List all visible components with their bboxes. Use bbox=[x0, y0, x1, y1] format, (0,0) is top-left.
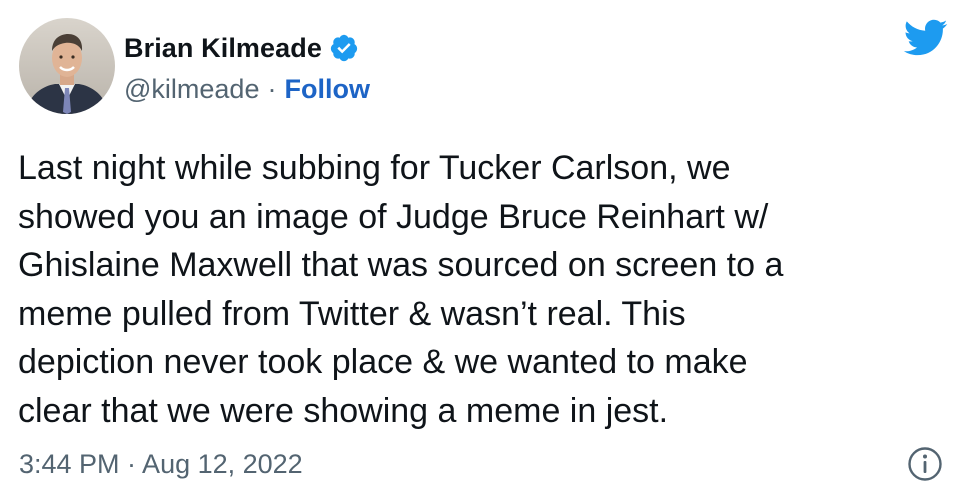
user-info: Brian Kilmeade @kilmeade · Follow bbox=[124, 28, 370, 109]
user-handle[interactable]: @kilmeade bbox=[124, 69, 259, 109]
verified-badge-icon bbox=[329, 33, 359, 63]
handle-row: @kilmeade · Follow bbox=[124, 69, 370, 109]
avatar-image bbox=[19, 18, 115, 114]
tweet-text: Last night while subbing for Tucker Carl… bbox=[18, 149, 784, 430]
avatar[interactable] bbox=[19, 18, 115, 114]
follow-button[interactable]: Follow bbox=[284, 69, 369, 109]
separator-dot: · bbox=[267, 74, 277, 104]
display-name-row: Brian Kilmeade bbox=[124, 28, 370, 68]
tweet-card: Brian Kilmeade @kilmeade · Follow Last n… bbox=[0, 0, 964, 502]
info-icon[interactable] bbox=[907, 446, 943, 482]
tweet-timestamp[interactable]: 3:44 PM · Aug 12, 2022 bbox=[19, 446, 303, 482]
display-name[interactable]: Brian Kilmeade bbox=[124, 28, 322, 68]
twitter-bird-icon[interactable] bbox=[902, 18, 948, 58]
